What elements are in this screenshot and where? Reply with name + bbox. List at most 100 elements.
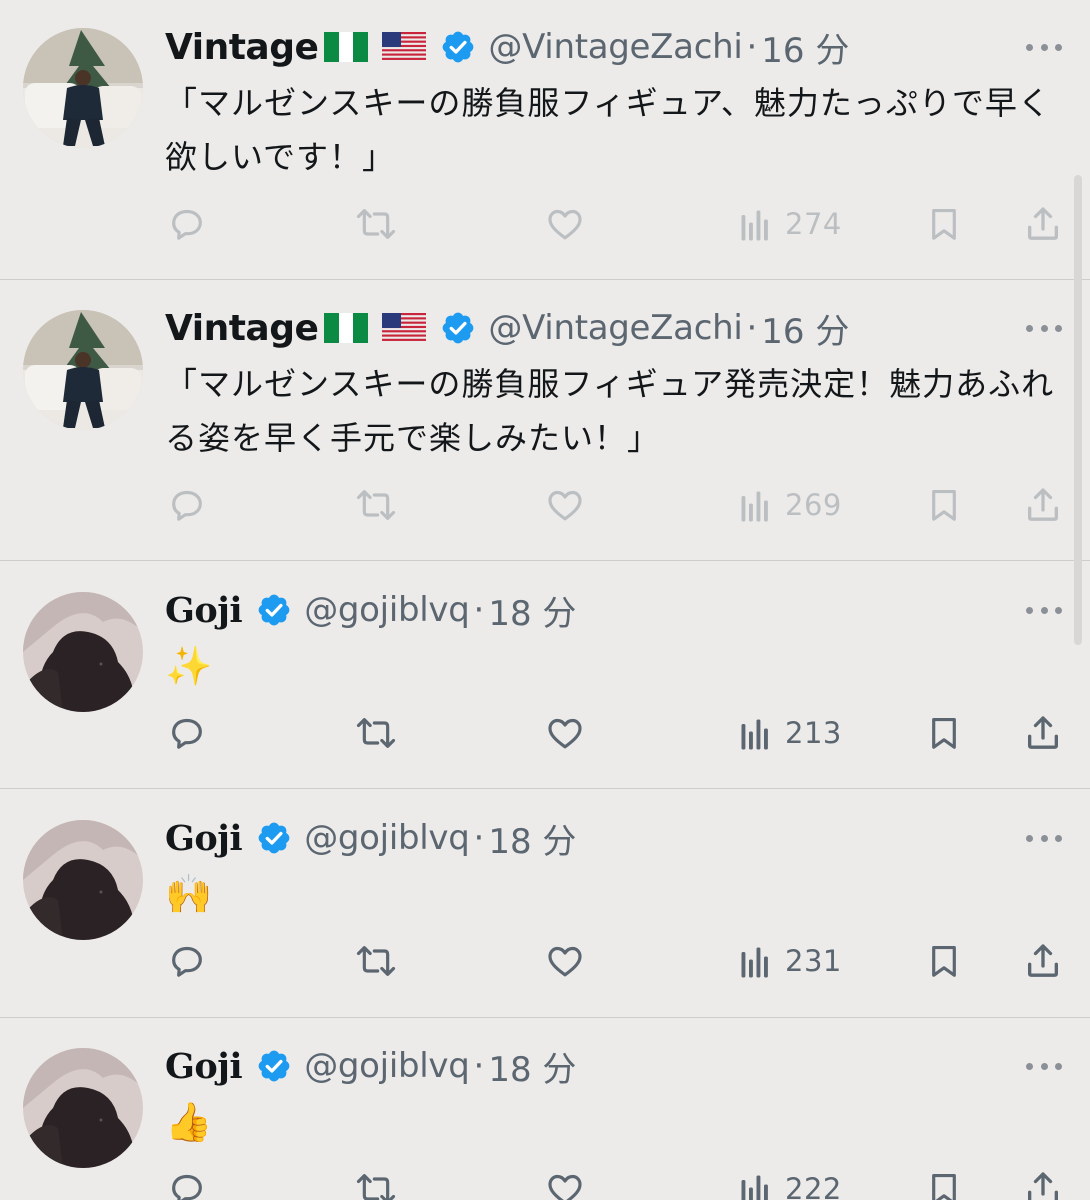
reply-icon [167,204,207,244]
display-name[interactable]: Goji [165,818,243,859]
share-icon [1028,944,1058,977]
more-dot [1055,606,1062,614]
reply-button[interactable] [167,936,207,986]
reply-button[interactable] [167,708,207,758]
like-icon [545,1169,585,1200]
bookmark-button[interactable] [925,480,963,530]
share-button[interactable] [1023,1164,1063,1200]
retweet-button[interactable] [354,199,398,249]
reply-icon [172,209,202,240]
retweet-icon [354,713,398,753]
timestamp[interactable]: 18 分 [488,586,576,635]
more-dot [1026,834,1033,842]
separator-dot: · [746,308,758,348]
share-icon [1028,207,1058,240]
more-dot [1026,43,1033,51]
bookmark-button[interactable] [925,708,963,758]
views-count: 222 [785,1172,842,1200]
share-button[interactable] [1023,708,1063,758]
avatar[interactable] [23,820,143,940]
timestamp[interactable]: 18 分 [488,814,576,863]
user-handle[interactable]: @gojiblvq [304,818,470,858]
bookmark-button[interactable] [925,1164,963,1200]
more-icon[interactable] [1026,602,1062,618]
tweet-header: Goji @gojiblvq · 18 分 [165,1041,576,1091]
retweet-button[interactable] [354,708,398,758]
more-icon[interactable] [1026,320,1062,336]
avatar[interactable] [23,592,143,712]
views-button[interactable]: 222 [737,1164,842,1200]
display-name[interactable]: Goji [165,1046,243,1087]
more-dot [1055,43,1062,51]
views-button[interactable]: 231 [737,936,842,986]
user-handle[interactable]: @gojiblvq [304,1046,470,1086]
like-button[interactable] [545,936,585,986]
retweet-button[interactable] [354,1164,398,1200]
views-icon [737,487,773,523]
verified-badge-icon[interactable] [256,820,292,856]
verified-badge-icon[interactable] [256,592,292,628]
tweet-actions: 222 [0,1164,1090,1200]
like-button[interactable] [545,199,585,249]
user-handle[interactable]: @VintageZachi [488,308,742,348]
tweet-text: 🙌 [165,872,214,916]
timeline-feed[interactable]: Vintage @VintageZachi · 16 分「マルゼンスキーの勝負服フィギ… [0,0,1090,1200]
bookmark-button[interactable] [925,936,963,986]
views-count: 274 [785,207,842,241]
tweet-divider [0,1017,1090,1018]
avatar[interactable] [23,310,143,430]
retweet-button[interactable] [354,936,398,986]
scrollbar[interactable] [1074,175,1082,645]
avatar[interactable] [23,1048,143,1168]
tweet-actions: 269 [0,480,1090,530]
views-button[interactable]: 269 [737,480,842,530]
like-icon [545,941,585,981]
avatar-image [23,820,143,940]
reply-button[interactable] [167,480,207,530]
views-button[interactable]: 274 [737,199,842,249]
verified-badge-icon[interactable] [440,29,476,65]
display-name[interactable]: Goji [165,590,243,631]
retweet-button[interactable] [354,480,398,530]
tweet-actions: 274 [0,199,1090,249]
like-icon [545,485,585,525]
user-handle[interactable]: @gojiblvq [304,590,470,630]
more-dot [1026,606,1033,614]
views-button[interactable]: 213 [737,708,842,758]
bookmark-icon [925,941,963,981]
like-button[interactable] [545,480,585,530]
reply-button[interactable] [167,199,207,249]
verified-badge-icon[interactable] [440,310,476,346]
display-name[interactable]: Vintage [165,308,319,349]
share-button[interactable] [1023,936,1063,986]
usa-flag-icon [382,32,427,62]
display-name[interactable]: Vintage [165,27,319,68]
like-icon [545,204,585,244]
views-count: 231 [785,944,842,978]
share-button[interactable] [1023,480,1063,530]
more-dot [1055,324,1062,332]
timestamp[interactable]: 18 分 [488,1042,576,1091]
more-icon[interactable] [1026,1058,1062,1074]
more-dot [1026,324,1033,332]
user-handle[interactable]: @VintageZachi [488,27,742,67]
reply-button[interactable] [167,1164,207,1200]
separator-dot: · [746,27,758,67]
avatar-image [23,310,143,430]
like-icon [548,490,582,521]
verified-badge-icon[interactable] [256,1048,292,1084]
avatar-image [23,1048,143,1168]
more-icon[interactable] [1026,830,1062,846]
timestamp[interactable]: 16 分 [761,304,849,353]
like-button[interactable] [545,1164,585,1200]
retweet-icon [356,209,396,239]
tweet-header: Vintage @VintageZachi · 16 分 [165,22,849,72]
like-button[interactable] [545,708,585,758]
nigeria-flag-icon [324,313,369,343]
avatar[interactable] [23,28,143,148]
timestamp[interactable]: 16 分 [761,23,849,72]
share-button[interactable] [1023,199,1063,249]
more-icon[interactable] [1026,39,1062,55]
bookmark-button[interactable] [925,199,963,249]
retweet-icon [356,490,396,520]
